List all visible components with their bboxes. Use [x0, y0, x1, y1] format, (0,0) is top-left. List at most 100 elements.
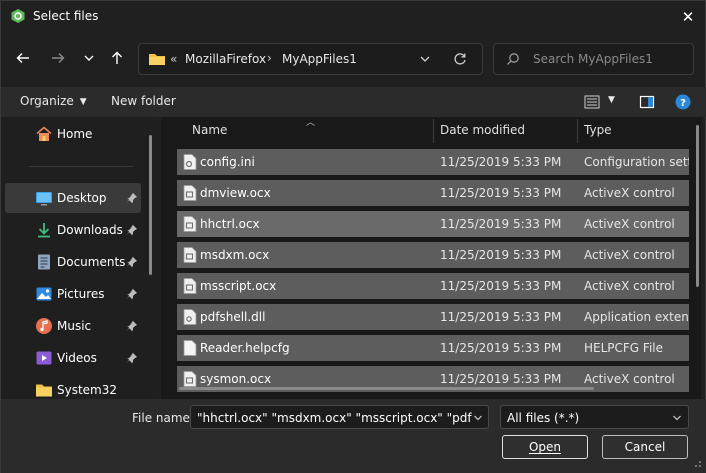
arrow-right-icon: [52, 53, 65, 63]
file-type: ActiveX control: [584, 217, 675, 231]
file-name: Reader.helpcfg: [200, 341, 290, 355]
folder-icon: [36, 384, 52, 397]
activex-file-icon: [183, 185, 197, 201]
sidebar-item-label: System32: [57, 383, 118, 397]
file-list: ︿ Name Date modified Type config.ini 11/…: [161, 117, 701, 399]
search-box[interactable]: Search MyAppFiles1: [493, 43, 694, 75]
column-divider[interactable]: [433, 119, 434, 143]
sidebar-item-label: Downloads: [57, 223, 123, 237]
sidebar-item-videos[interactable]: Videos: [5, 343, 141, 373]
file-type: ActiveX control: [584, 372, 675, 386]
file-row[interactable]: msdxm.ocx 11/25/2019 5:33 PM ActiveX con…: [177, 242, 689, 268]
arrow-left-icon: [16, 53, 29, 63]
dll-file-icon: [183, 309, 197, 325]
file-type-filter[interactable]: All files (*.*): [500, 405, 689, 429]
sidebar-item-downloads[interactable]: Downloads: [5, 215, 141, 245]
sidebar-item-label: Music: [57, 319, 92, 333]
file-name-value[interactable]: "hhctrl.ocx" "msdxm.ocx" "msscript.ocx" …: [197, 411, 472, 425]
up-button[interactable]: [106, 47, 128, 69]
chevron-down-icon[interactable]: [419, 53, 431, 65]
divider: [29, 166, 133, 167]
sidebar-item-pictures[interactable]: Pictures: [5, 279, 141, 309]
view-details-icon[interactable]: [584, 94, 600, 110]
file-date: 11/25/2019 5:33 PM: [440, 248, 562, 262]
file-type: ActiveX control: [584, 248, 675, 262]
pictures-icon: [36, 287, 52, 301]
file-row[interactable]: config.ini 11/25/2019 5:33 PM Configurat…: [177, 149, 689, 175]
sidebar-item-music[interactable]: Music: [5, 311, 141, 341]
file-row[interactable]: dmview.ocx 11/25/2019 5:33 PM ActiveX co…: [177, 180, 689, 206]
breadcrumb-separator[interactable]: ›: [267, 51, 272, 65]
app-logo-icon: [11, 9, 25, 23]
address-overflow[interactable]: «: [170, 52, 177, 66]
file-type: ActiveX control: [584, 279, 675, 293]
pin-icon[interactable]: [126, 256, 138, 268]
view-options-caret-icon[interactable]: ▼: [608, 95, 615, 105]
sidebar-item-label: Desktop: [57, 191, 107, 205]
new-folder-button[interactable]: New folder: [111, 94, 176, 108]
sidebar-item-label: Videos: [57, 351, 97, 365]
organize-button[interactable]: Organize ▼: [20, 94, 87, 108]
resize-grip-icon[interactable]: [690, 456, 702, 468]
file-name: config.ini: [200, 155, 255, 169]
file-row[interactable]: Reader.helpcfg 11/25/2019 5:33 PM HELPCF…: [177, 335, 689, 361]
back-button[interactable]: [12, 47, 34, 69]
sidebar-item-label: Pictures: [57, 287, 105, 301]
file-name-field[interactable]: "hhctrl.ocx" "msdxm.ocx" "msscript.ocx" …: [190, 405, 489, 429]
preview-pane-icon[interactable]: [639, 94, 655, 110]
file-list-horizontal-scrollbar[interactable]: [179, 387, 594, 390]
settings-file-icon: [183, 154, 197, 170]
videos-icon: [36, 351, 52, 365]
pin-icon[interactable]: [126, 320, 138, 332]
pin-icon[interactable]: [126, 352, 138, 364]
generic-file-icon: [183, 340, 197, 356]
sidebar-item-documents[interactable]: Documents: [5, 247, 141, 277]
chevron-down-icon[interactable]: [473, 413, 483, 423]
activex-file-icon: [183, 278, 197, 294]
pin-icon[interactable]: [126, 288, 138, 300]
breadcrumb-segment[interactable]: MyAppFiles1: [282, 52, 357, 66]
close-icon[interactable]: ✕: [677, 6, 699, 28]
file-date: 11/25/2019 5:33 PM: [440, 310, 562, 324]
sidebar-item-home[interactable]: Home: [5, 119, 141, 149]
search-input[interactable]: Search MyAppFiles1: [533, 52, 653, 66]
file-date: 11/25/2019 5:33 PM: [440, 372, 562, 386]
file-type: Application exten...: [584, 310, 689, 324]
file-row[interactable]: hhctrl.ocx 11/25/2019 5:33 PM ActiveX co…: [177, 211, 689, 237]
file-date: 11/25/2019 5:33 PM: [440, 341, 562, 355]
file-list-vertical-scrollbar[interactable]: [696, 125, 699, 287]
file-type-filter-value: All files (*.*): [507, 411, 580, 425]
forward-button[interactable]: [47, 47, 69, 69]
help-icon[interactable]: ?: [675, 94, 691, 110]
pin-icon[interactable]: [126, 192, 138, 204]
column-header-name[interactable]: Name: [192, 123, 227, 137]
file-name: dmview.ocx: [200, 186, 271, 200]
address-bar[interactable]: « MozillaFirefox › MyAppFiles1: [138, 43, 483, 75]
recent-locations-button[interactable]: [78, 47, 100, 69]
file-row[interactable]: msscript.ocx 11/25/2019 5:33 PM ActiveX …: [177, 273, 689, 299]
open-button-label: Open: [528, 440, 562, 454]
activex-file-icon: [183, 371, 197, 387]
pin-icon[interactable]: [126, 224, 138, 236]
file-name: sysmon.ocx: [200, 372, 272, 386]
column-header-date-modified[interactable]: Date modified: [440, 123, 525, 137]
column-header-type[interactable]: Type: [584, 123, 612, 137]
file-date: 11/25/2019 5:33 PM: [440, 279, 562, 293]
sidebar-scrollbar[interactable]: [149, 135, 152, 275]
sidebar-item-desktop[interactable]: Desktop: [5, 183, 141, 213]
open-button[interactable]: Open: [502, 435, 588, 459]
window-title: Select files: [33, 9, 99, 23]
cancel-button[interactable]: Cancel: [602, 435, 688, 459]
chevron-down-icon: [673, 415, 681, 421]
column-divider[interactable]: [577, 119, 578, 143]
chevron-down-icon: [84, 55, 94, 61]
file-row[interactable]: pdfshell.dll 11/25/2019 5:33 PM Applicat…: [177, 304, 689, 330]
breadcrumb-segment[interactable]: MozillaFirefox: [185, 52, 266, 66]
refresh-icon[interactable]: [453, 52, 467, 66]
file-date: 11/25/2019 5:33 PM: [440, 155, 562, 169]
file-name: msscript.ocx: [200, 279, 277, 293]
download-icon: [38, 223, 50, 238]
sidebar-item-system32[interactable]: System32: [5, 375, 141, 399]
file-name-label: File name:: [132, 411, 194, 425]
documents-icon: [38, 254, 50, 270]
